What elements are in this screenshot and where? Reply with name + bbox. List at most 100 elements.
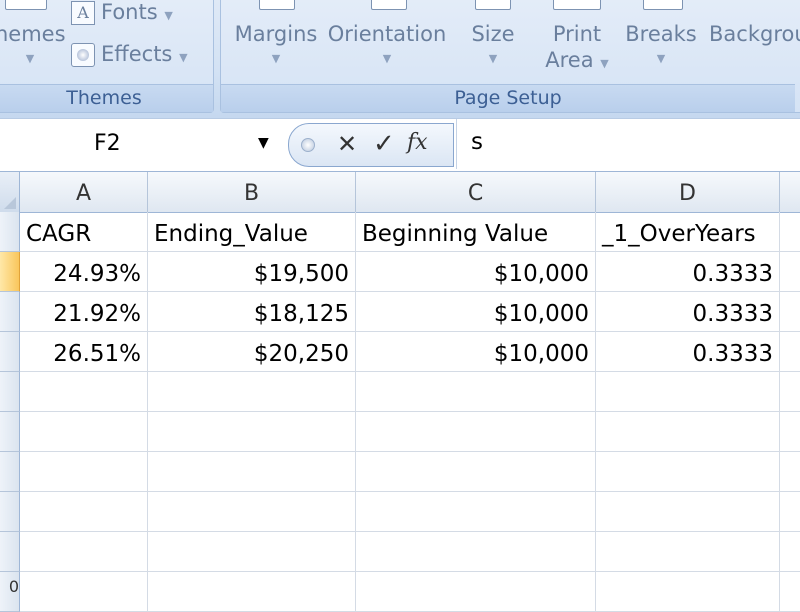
column-header-e[interactable] [780, 172, 800, 212]
table-row: 26.51% $20,250 $10,000 0.3333 [0, 332, 800, 372]
cell[interactable] [148, 532, 356, 572]
row-header-active[interactable] [0, 252, 20, 292]
themes-group-label: Themes [0, 84, 213, 112]
chevron-down-icon: ▼ [656, 52, 666, 65]
cell[interactable] [20, 452, 148, 492]
row-header[interactable] [0, 372, 20, 412]
cell-b2[interactable]: $19,500 [148, 252, 356, 292]
page-setup-group-label: Page Setup [221, 84, 795, 112]
column-header-a[interactable]: A [20, 172, 148, 212]
row-header[interactable]: 0 [0, 572, 20, 612]
cell-d1[interactable]: _1_OverYears [596, 212, 780, 252]
table-row: 24.93% $19,500 $10,000 0.3333 [0, 252, 800, 292]
chevron-down-icon[interactable]: ▼ [258, 135, 269, 151]
cell-a4[interactable]: 26.51% [20, 332, 148, 372]
cell[interactable] [356, 452, 596, 492]
cell[interactable] [356, 572, 596, 612]
cell[interactable] [148, 452, 356, 492]
cell[interactable] [596, 372, 780, 412]
chevron-down-icon: ▼ [164, 9, 173, 22]
chevron-down-icon: ▼ [488, 52, 498, 65]
table-row: 0 [0, 572, 800, 612]
cell-a1[interactable]: CAGR [20, 212, 148, 252]
row-header[interactable] [0, 332, 20, 372]
cell-c1[interactable]: Beginning Value [356, 212, 596, 252]
cell[interactable] [356, 492, 596, 532]
cell[interactable] [20, 412, 148, 452]
cell[interactable] [20, 492, 148, 532]
cell[interactable] [148, 572, 356, 612]
themes-icon [5, 0, 47, 10]
cell-b4[interactable]: $20,250 [148, 332, 356, 372]
cell[interactable] [596, 452, 780, 492]
insert-function-icon[interactable]: fx [407, 130, 428, 155]
cell-a3[interactable]: 21.92% [20, 292, 148, 332]
cell-b1[interactable]: Ending_Value [148, 212, 356, 252]
table-row [0, 412, 800, 452]
table-row: CAGR Ending_Value Beginning Value _1_Ove… [0, 212, 800, 252]
themes-group: hemes ▼ A Fonts ▼ Effects ▼ Themes [0, 0, 214, 113]
row-header[interactable] [0, 452, 20, 492]
effects-icon [71, 43, 95, 67]
cell[interactable] [356, 532, 596, 572]
cell[interactable] [148, 492, 356, 532]
cell[interactable] [596, 412, 780, 452]
cell[interactable] [148, 412, 356, 452]
formula-controls: ✕ ✓ fx [288, 123, 454, 167]
cell-d2[interactable]: 0.3333 [596, 252, 780, 292]
table-row [0, 372, 800, 412]
row-header[interactable] [0, 292, 20, 332]
column-header-c[interactable]: C [356, 172, 596, 212]
formula-input[interactable]: s [456, 119, 800, 169]
row-header[interactable] [0, 492, 20, 532]
expand-handle-icon[interactable] [301, 138, 315, 152]
chevron-down-icon: ▼ [25, 52, 35, 65]
cancel-icon[interactable]: ✕ [337, 130, 357, 158]
cell[interactable] [20, 372, 148, 412]
size-icon [475, 0, 511, 10]
table-row [0, 532, 800, 572]
ribbon: hemes ▼ A Fonts ▼ Effects ▼ Themes Margin… [0, 0, 800, 118]
cell[interactable] [20, 532, 148, 572]
breaks-icon [643, 0, 683, 10]
orientation-icon [371, 0, 407, 10]
cell-a2[interactable]: 24.93% [20, 252, 148, 292]
page-setup-group: Margins ▼ Orientation ▼ Size ▼ Print Are… [220, 0, 800, 113]
cell[interactable] [596, 532, 780, 572]
margins-icon [259, 0, 295, 10]
table-row [0, 452, 800, 492]
row-header[interactable] [0, 212, 20, 252]
column-header-row: A B C D [0, 172, 800, 213]
row-header[interactable] [0, 412, 20, 452]
cell-c3[interactable]: $10,000 [356, 292, 596, 332]
select-all-corner[interactable] [0, 172, 20, 212]
column-header-d[interactable]: D [596, 172, 780, 212]
formula-bar: F2 ▼ ✕ ✓ fx s [0, 118, 800, 172]
chevron-down-icon: ▼ [600, 57, 609, 70]
cell-b3[interactable]: $18,125 [148, 292, 356, 332]
cell[interactable] [148, 372, 356, 412]
table-row: 21.92% $18,125 $10,000 0.3333 [0, 292, 800, 332]
column-header-b[interactable]: B [148, 172, 356, 212]
cell-c2[interactable]: $10,000 [356, 252, 596, 292]
cell-c4[interactable]: $10,000 [356, 332, 596, 372]
fonts-icon: A [71, 1, 95, 25]
cell-d4[interactable]: 0.3333 [596, 332, 780, 372]
chevron-down-icon: ▼ [271, 52, 281, 65]
fonts-button[interactable]: A Fonts ▼ [71, 0, 173, 28]
enter-check-icon[interactable]: ✓ [373, 129, 395, 159]
cell[interactable] [596, 492, 780, 532]
cell-d3[interactable]: 0.3333 [596, 292, 780, 332]
name-box[interactable]: F2 ▼ [0, 125, 282, 163]
effects-button[interactable]: Effects ▼ [71, 42, 188, 70]
table-row [0, 492, 800, 532]
worksheet-grid: A B C D CAGR Ending_Value Beginning Valu… [0, 172, 800, 612]
cell[interactable] [20, 572, 148, 612]
cell[interactable] [596, 572, 780, 612]
chevron-down-icon: ▼ [382, 52, 392, 65]
cell[interactable] [356, 372, 596, 412]
row-header[interactable] [0, 532, 20, 572]
chevron-down-icon: ▼ [179, 51, 188, 64]
cell[interactable] [356, 412, 596, 452]
print-area-icon [553, 0, 601, 10]
